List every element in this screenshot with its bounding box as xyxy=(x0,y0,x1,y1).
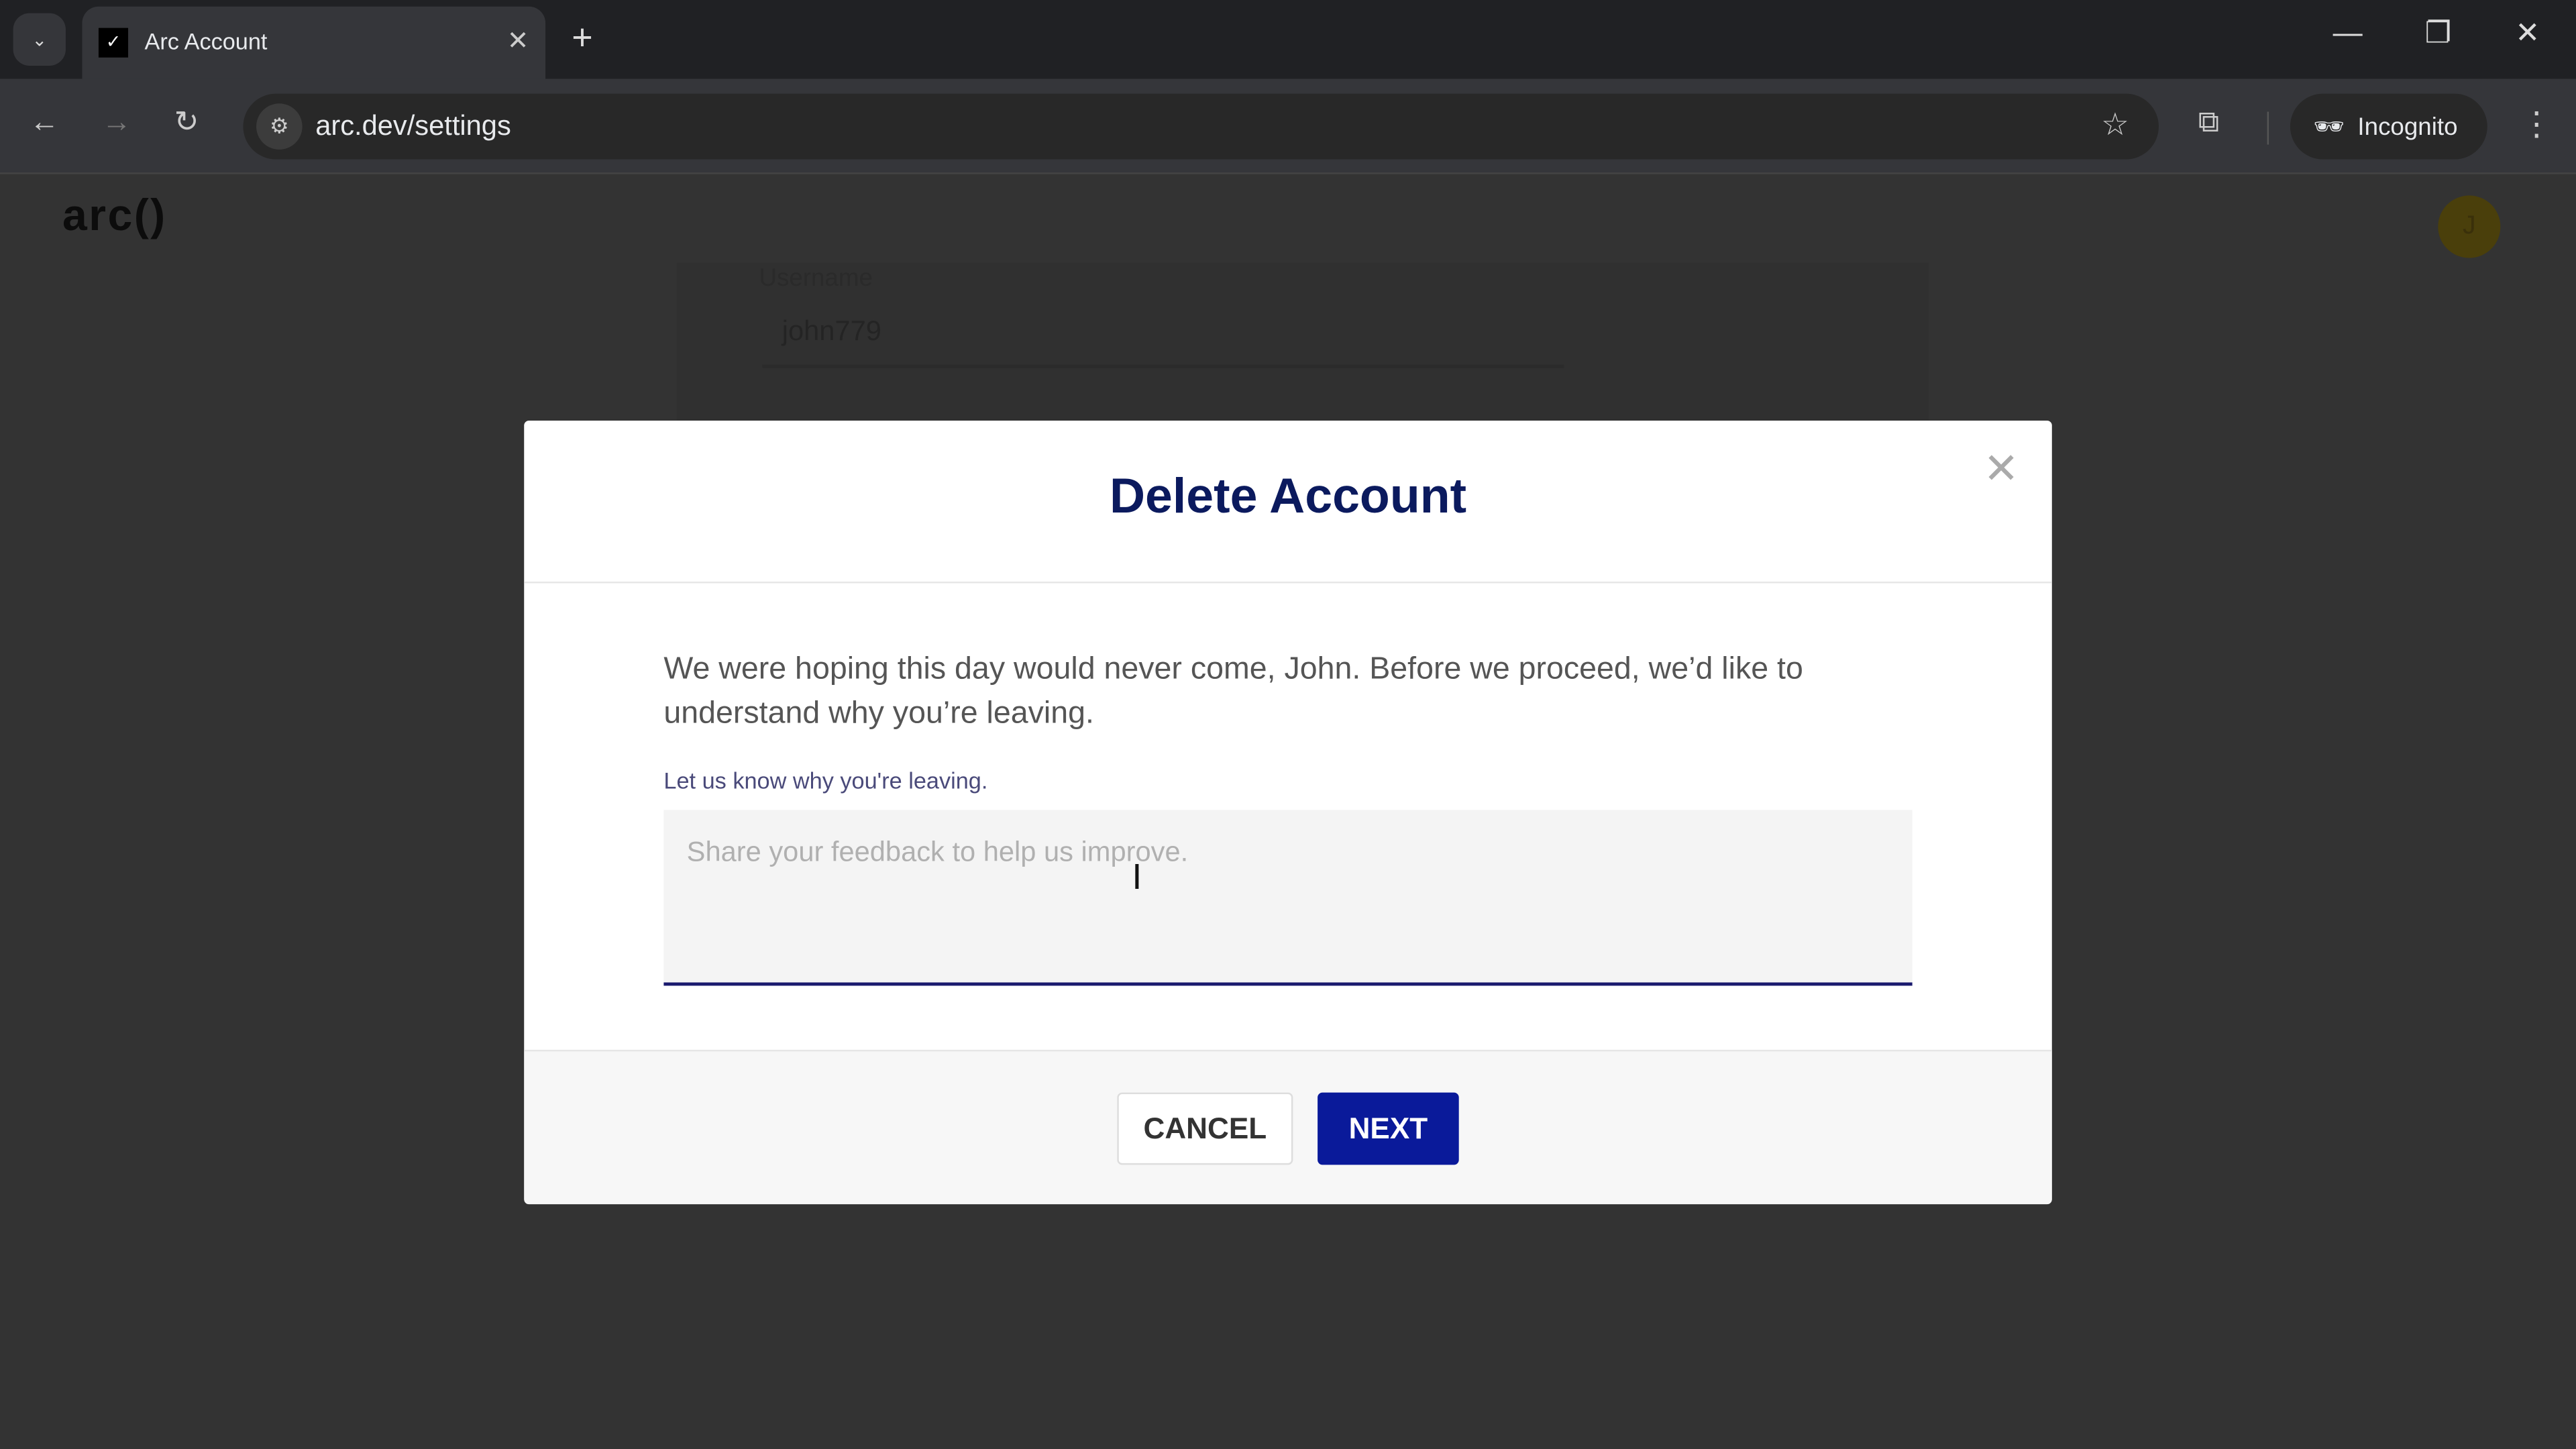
dialog-title: Delete Account xyxy=(1109,470,1467,525)
extensions-icon[interactable]: ⧉ xyxy=(2198,105,2219,140)
arc-logo[interactable]: arc() xyxy=(62,191,167,241)
browser-menu-icon[interactable]: ⋮ xyxy=(2520,103,2553,144)
username-underline xyxy=(762,364,1564,368)
arc-favicon-icon: ✓ xyxy=(98,28,129,58)
window-close-icon[interactable]: ✕ xyxy=(2515,16,2540,50)
incognito-label: Incognito xyxy=(2357,112,2458,141)
close-icon[interactable]: ✕ xyxy=(1983,443,2019,494)
dialog-intro-text: We were hoping this day would never come… xyxy=(663,652,1803,731)
text-cursor-icon: I xyxy=(1132,855,1142,898)
tab-title: Arc Account xyxy=(144,28,268,54)
new-tab-button[interactable]: + xyxy=(572,16,592,59)
cancel-button[interactable]: CANCEL xyxy=(1117,1092,1293,1165)
tab-bar: ⌄ ✓ Arc Account ✕ + — ❐ ✕ xyxy=(0,0,2576,79)
feedback-label: Let us know why you're leaving. xyxy=(663,767,988,794)
minimize-icon[interactable]: — xyxy=(2333,16,2363,50)
username-label: Username xyxy=(759,264,873,292)
username-value[interactable]: john779 xyxy=(782,315,881,348)
avatar[interactable]: J xyxy=(2438,195,2501,258)
toolbar-divider xyxy=(2267,111,2269,145)
next-button[interactable]: NEXT xyxy=(1318,1092,1459,1165)
dialog-footer: CANCEL NEXT xyxy=(524,1049,2052,1205)
back-icon[interactable]: ← xyxy=(30,105,59,140)
address-bar[interactable]: ⚙ arc.dev/settings ☆ xyxy=(243,93,2159,160)
reload-icon[interactable]: ↻ xyxy=(174,105,199,140)
incognito-button[interactable]: 🕶 Incognito xyxy=(2290,93,2487,160)
delete-account-dialog: Delete Account ✕ We were hoping this day… xyxy=(524,420,2052,1205)
bookmark-star-icon[interactable]: ☆ xyxy=(2101,107,2129,144)
tab-arc-account[interactable]: ✓ Arc Account ✕ xyxy=(82,6,546,79)
feedback-input[interactable] xyxy=(663,810,1913,986)
dialog-header: Delete Account ✕ xyxy=(524,421,2052,584)
tab-close-icon[interactable]: ✕ xyxy=(507,25,529,58)
incognito-icon: 🕶 xyxy=(2313,113,2345,142)
restore-icon[interactable]: ❐ xyxy=(2425,16,2452,50)
site-info-icon[interactable]: ⚙ xyxy=(256,103,303,150)
url-text[interactable]: arc.dev/settings xyxy=(315,110,511,143)
tab-search-button[interactable]: ⌄ xyxy=(13,13,66,66)
browser-toolbar: ← → ↻ ⚙ arc.dev/settings ☆ ⧉ 🕶 Incognito … xyxy=(0,78,2576,174)
forward-icon[interactable]: → xyxy=(102,105,131,140)
